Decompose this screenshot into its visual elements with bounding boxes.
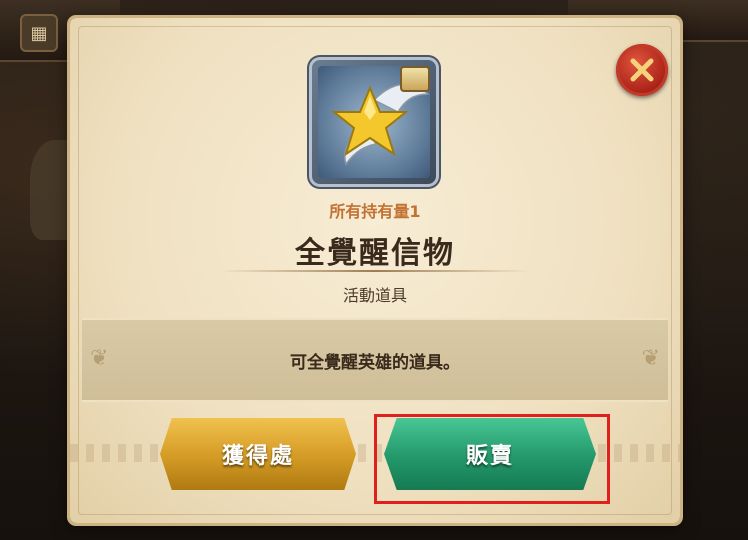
obtain-source-label: 獲得處 (221, 444, 294, 469)
close-button[interactable] (616, 44, 668, 96)
item-type: 活動道具 (342, 286, 407, 305)
item-badge-icon (400, 66, 430, 92)
divider (220, 270, 530, 272)
grid-menu-icon[interactable]: ▦ (20, 14, 58, 52)
sell-label: 販賣 (465, 444, 514, 469)
item-icon-frame (312, 60, 436, 184)
description-panel: 可全覺醒英雄的道具。 (82, 318, 668, 402)
item-name: 全覺醒信物 (295, 236, 455, 271)
close-icon (630, 58, 654, 82)
sell-button[interactable]: 販賣 (384, 418, 596, 490)
item-description: 可全覺醒英雄的道具。 (290, 353, 460, 373)
item-info-dialog: 所有持有量1 全覺醒信物 活動道具 可全覺醒英雄的道具。 獲得處 販賣 (70, 18, 680, 523)
obtain-source-button[interactable]: 獲得處 (160, 418, 356, 490)
owned-quantity: 所有持有量1 (329, 202, 421, 221)
